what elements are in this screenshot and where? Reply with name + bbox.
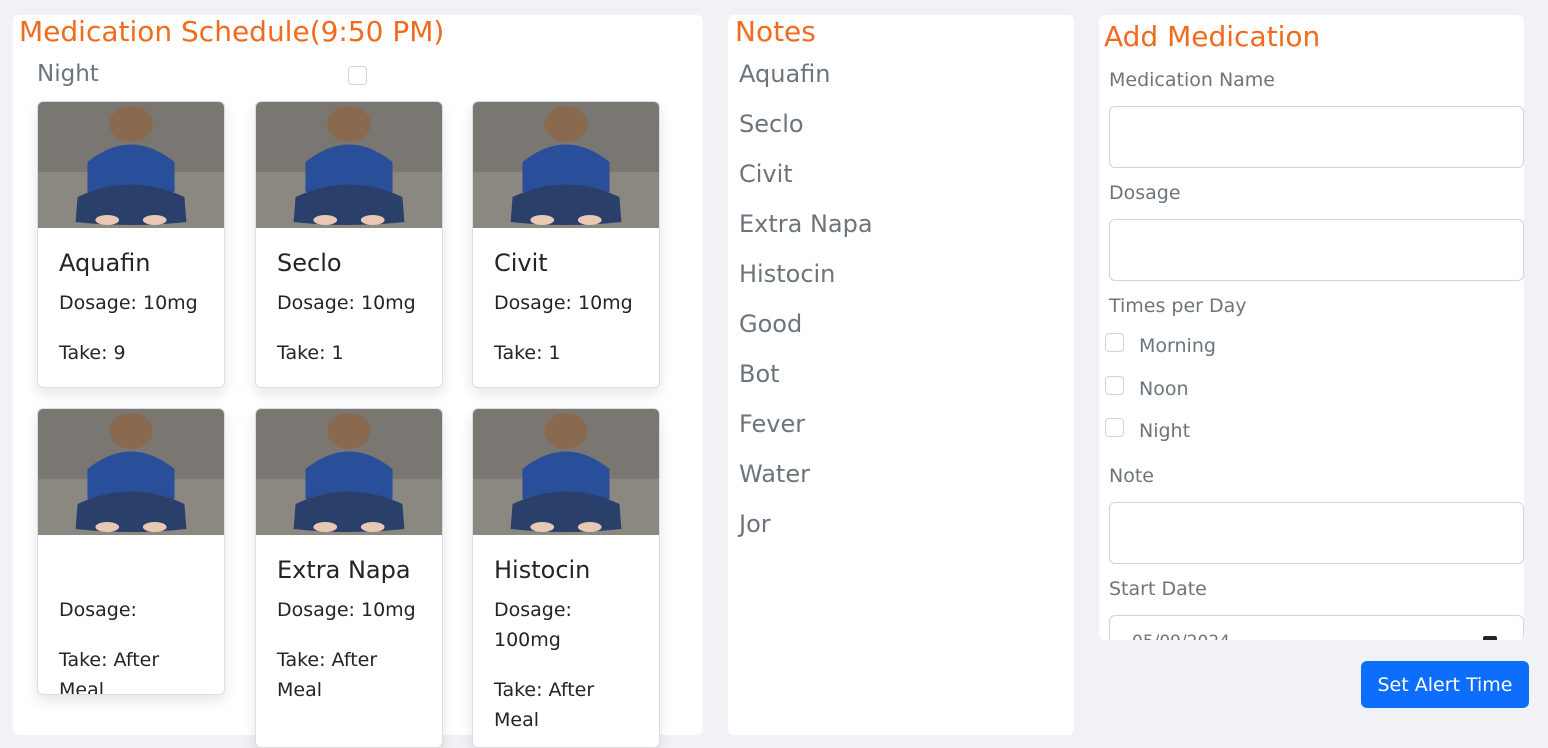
medication-card[interactable]: Aquafin Dosage: 10mg Take: 9: [37, 101, 225, 388]
night-checkbox[interactable]: [1105, 418, 1124, 437]
card-dosage: Dosage: 10mg: [494, 292, 633, 314]
card-take: Take: 9: [59, 342, 126, 364]
set-alert-time-button[interactable]: Set Alert Time: [1361, 661, 1529, 708]
note-label: Note: [1109, 465, 1154, 487]
card-take: Take: 1: [277, 342, 344, 364]
dosage-label: Dosage: [1109, 182, 1181, 204]
medication-image: [256, 102, 442, 228]
card-title: Histocin: [494, 556, 591, 584]
card-take: Take: After Meal: [277, 649, 378, 701]
medication-image: [38, 102, 224, 228]
note-item[interactable]: Civit: [739, 160, 793, 188]
start-date-input[interactable]: 05/09/2024: [1109, 615, 1524, 640]
medication-card[interactable]: Extra Napa Dosage: 10mg Take: After Meal: [255, 408, 443, 748]
note-item[interactable]: Histocin: [739, 260, 835, 288]
morning-label: Morning: [1139, 335, 1216, 357]
note-item[interactable]: Jor: [739, 510, 771, 538]
medication-card[interactable]: Civit Dosage: 10mg Take: 1: [472, 101, 660, 388]
notes-panel: Notes Aquafin Seclo Civit Extra Napa His…: [728, 15, 1074, 735]
times-per-day-label: Times per Day: [1109, 295, 1247, 317]
start-date-value: 05/09/2024: [1132, 632, 1230, 640]
note-item[interactable]: Bot: [739, 360, 780, 388]
schedule-title: Medication Schedule(9:50 PM): [19, 15, 445, 48]
card-title: Aquafin: [59, 249, 151, 277]
medication-card[interactable]: Dosage: Take: After Meal: [37, 408, 225, 695]
card-title: Extra Napa: [277, 556, 411, 584]
card-take: Take: After Meal: [59, 649, 160, 695]
card-take: Take: After Meal: [494, 679, 595, 731]
medication-image: [256, 409, 442, 535]
calendar-icon[interactable]: [1483, 636, 1497, 640]
period-checkbox[interactable]: [348, 66, 367, 85]
add-medication-title: Add Medication: [1104, 20, 1321, 53]
card-dosage: Dosage:: [59, 599, 137, 621]
period-label: Night: [37, 61, 99, 87]
card-dosage: Dosage: 100mg: [494, 599, 572, 651]
notes-title: Notes: [735, 15, 816, 48]
medication-card[interactable]: Seclo Dosage: 10mg Take: 1: [255, 101, 443, 388]
morning-checkbox[interactable]: [1105, 333, 1124, 352]
note-item[interactable]: Seclo: [739, 110, 804, 138]
card-dosage: Dosage: 10mg: [59, 292, 198, 314]
note-item[interactable]: Good: [739, 310, 802, 338]
note-item[interactable]: Water: [739, 460, 810, 488]
card-take: Take: 1: [494, 342, 561, 364]
note-item[interactable]: Extra Napa: [739, 210, 873, 238]
card-title: [59, 553, 203, 587]
night-label: Night: [1139, 420, 1191, 442]
note-input[interactable]: [1109, 502, 1524, 564]
card-dosage: Dosage: 10mg: [277, 599, 416, 621]
noon-checkbox[interactable]: [1105, 376, 1124, 395]
medication-image: [473, 102, 659, 228]
note-item[interactable]: Fever: [739, 410, 805, 438]
medication-name-input[interactable]: [1109, 106, 1524, 168]
card-title: Seclo: [277, 249, 342, 277]
dosage-input[interactable]: [1109, 219, 1524, 281]
card-dosage: Dosage: 10mg: [277, 292, 416, 314]
start-date-label: Start Date: [1109, 578, 1207, 600]
schedule-panel: Medication Schedule(9:50 PM) Night Aquaf…: [13, 15, 703, 748]
add-medication-panel: Add Medication Medication Name Dosage Ti…: [1099, 15, 1524, 640]
card-title: Civit: [494, 249, 548, 277]
note-item[interactable]: Aquafin: [739, 60, 830, 88]
medication-name-label: Medication Name: [1109, 69, 1275, 91]
noon-label: Noon: [1139, 378, 1189, 400]
medication-image: [38, 409, 224, 535]
medication-card[interactable]: Histocin Dosage: 100mg Take: After Meal: [472, 408, 660, 748]
medication-image: [473, 409, 659, 535]
